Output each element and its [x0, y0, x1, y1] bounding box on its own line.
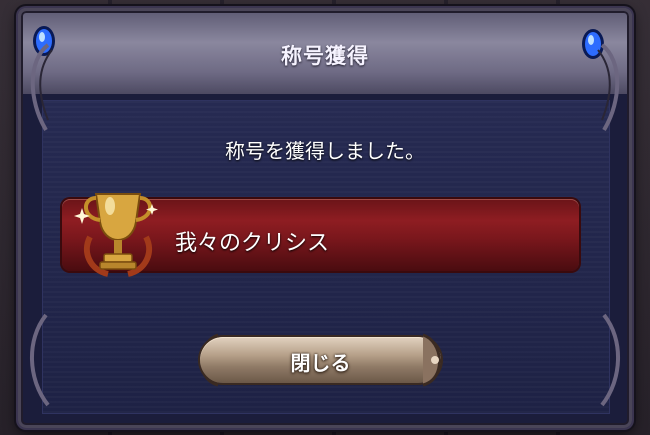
- trophy-icon: [74, 193, 158, 277]
- close-button[interactable]: 閉じる: [192, 331, 449, 389]
- right-ornament-icon: [597, 43, 620, 132]
- dialog-header: 称号獲得: [18, 8, 632, 94]
- right-lower-ornament-icon: [600, 313, 621, 407]
- dialog-title: 称号獲得: [281, 44, 369, 68]
- close-button-label: 閉じる: [290, 351, 351, 375]
- game-screen: 称号獲得 称号を獲得しました。 我々のクリシス 閉じる: [0, 0, 650, 435]
- left-lower-ornament-icon: [29, 313, 50, 407]
- earned-title-name: 我々のクリシス: [175, 231, 330, 256]
- left-ornament-icon: [30, 43, 53, 132]
- acquired-message: 称号を獲得しました。: [225, 139, 425, 163]
